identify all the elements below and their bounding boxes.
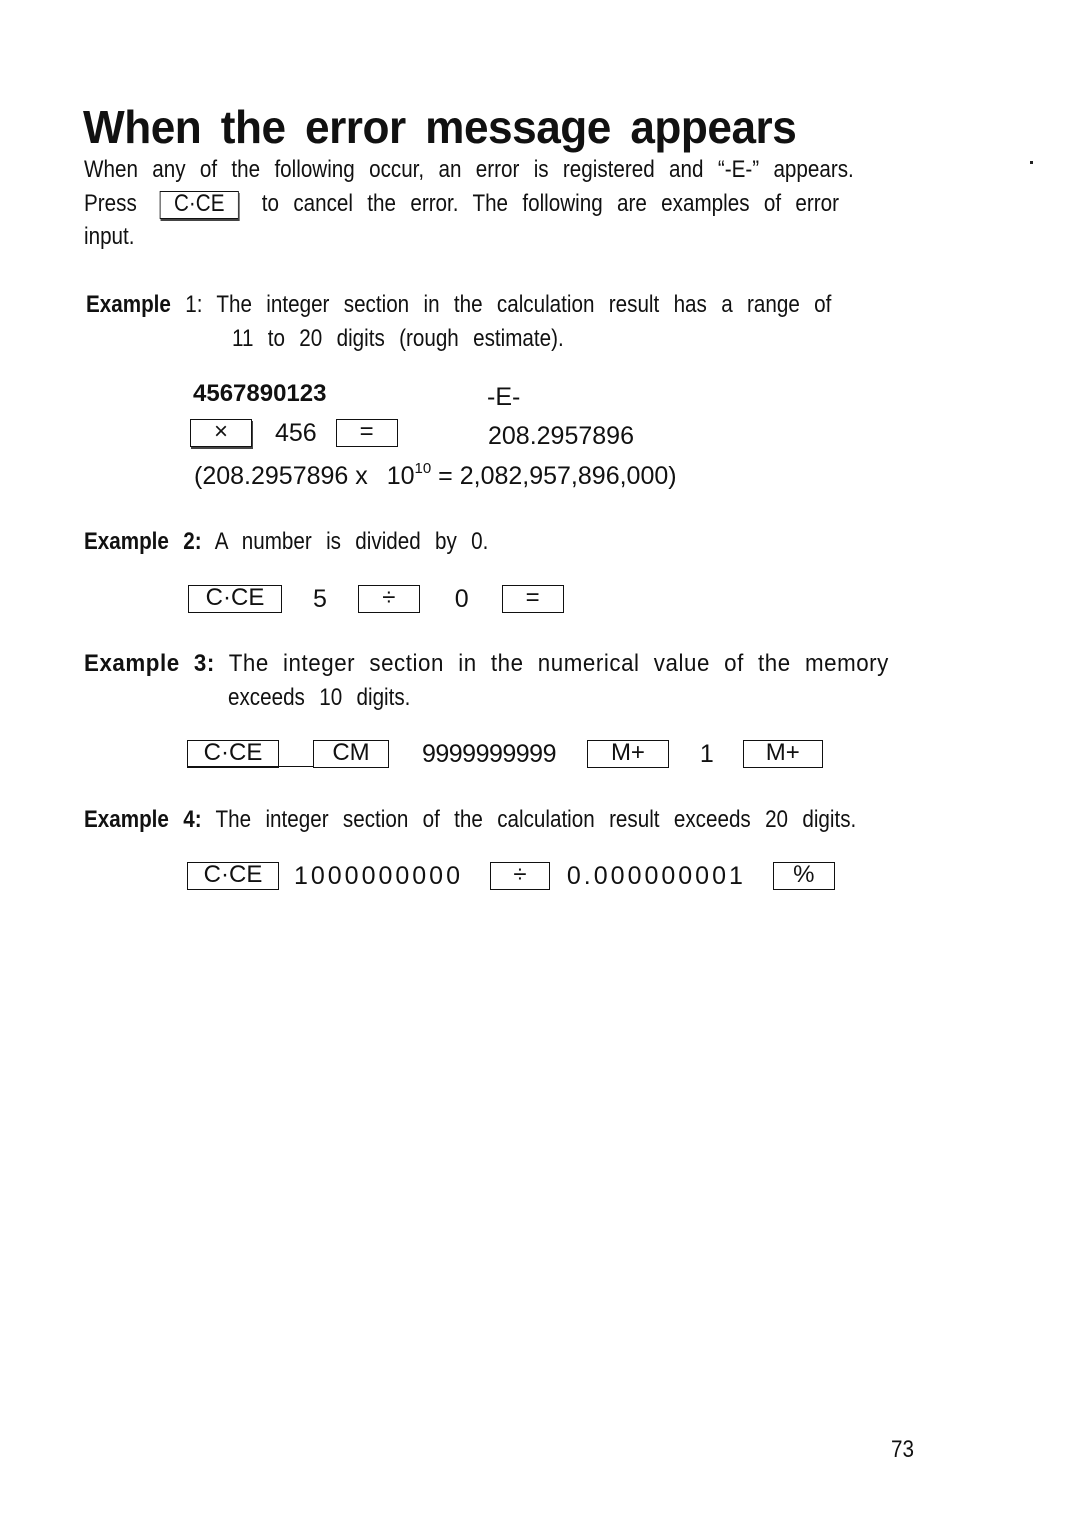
clear-memory-key: CM (313, 740, 389, 769)
example-text: The integer section in the numerical val… (228, 650, 889, 677)
intro-text: When any of the following occur, an erro… (84, 156, 704, 183)
memory-plus-key: M+ (742, 740, 823, 769)
divide-key: ÷ (489, 862, 550, 891)
example-4-heading: Example 4: The integer section of the ca… (84, 806, 856, 834)
example-1-sequence: × 456 = (190, 418, 398, 448)
intro-line-3: input. (84, 223, 135, 250)
example-number: 4: (183, 806, 202, 833)
key-connector-line (279, 752, 313, 767)
c-ce-key: C·CE (159, 190, 239, 219)
example-1-heading: Example 1: The integer section in the ca… (86, 291, 831, 319)
note-open: (208.2957896 x (194, 461, 368, 490)
scan-speck (1030, 161, 1033, 164)
input-value: 0.000000001 (566, 861, 746, 890)
example-number: 2: (183, 528, 202, 555)
example-1-text-line-2: 11 to 20 digits (rough estimate). (232, 325, 564, 352)
example-text: The integer section of the calculation r… (215, 806, 857, 833)
intro-text: appears. (773, 156, 854, 183)
note-result: = 2,082,957,896,000) (438, 461, 677, 490)
example-label: Example 3: (84, 650, 215, 677)
example-1-note: (208.2957896 x 1010 = 2,082,957,896,000) (194, 460, 677, 491)
divide-key: ÷ (357, 585, 420, 614)
example-label: Example (84, 528, 169, 555)
note-exponent: 10 (414, 460, 432, 477)
page-title: When the error message appears (83, 101, 797, 153)
example-2-sequence: C·CE 5 ÷ 0 = (188, 584, 564, 614)
equals-key: = (335, 419, 398, 448)
equals-key: = (501, 585, 564, 614)
example-3-text-line-2: exceeds 10 digits. (228, 684, 411, 711)
c-ce-key: C·CE (187, 862, 279, 891)
example-1-display: 208.2957896 (488, 422, 634, 450)
example-label: Example (86, 291, 171, 318)
input-value: 1 (699, 739, 714, 768)
input-value: 1000000000 (293, 861, 463, 890)
memory-plus-key: M+ (586, 740, 669, 769)
example-4-sequence: C·CE 1000000000 ÷ 0.000000001 % (187, 861, 835, 891)
example-text: The integer section in the calculation r… (216, 291, 832, 318)
intro-text: to cancel the error. The following are e… (261, 190, 839, 217)
example-number: 1: (185, 291, 203, 318)
example-3-sequence: C·CE CM 9999999999 M+ 1 M+ (187, 739, 823, 769)
note-base: 10 (386, 461, 415, 490)
example-1-entry-display: -E- (487, 383, 521, 411)
input-value: 0 (454, 584, 469, 613)
example-text: A number is divided by 0. (214, 528, 489, 555)
intro-line-2: Press C·CE to cancel the error. The foll… (84, 190, 839, 219)
example-label: Example (84, 806, 169, 833)
page-number: 73 (891, 1436, 914, 1463)
c-ce-key: C·CE (187, 740, 279, 769)
percent-key: % (772, 862, 835, 891)
example-2-heading: Example 2: A number is divided by 0. (84, 528, 488, 556)
input-value: 9999999999 (421, 739, 557, 768)
error-symbol: “-E-” (717, 156, 760, 183)
c-ce-key: C·CE (188, 585, 282, 614)
example-1-entry: 4567890123 (193, 380, 327, 407)
multiply-key: × (190, 419, 252, 448)
input-value: 456 (274, 418, 317, 447)
intro-line-1: When any of the following occur, an erro… (84, 156, 854, 184)
intro-text: Press (84, 190, 137, 217)
input-value: 5 (312, 584, 327, 613)
example-3-heading: Example 3: The integer section in the nu… (84, 650, 889, 678)
